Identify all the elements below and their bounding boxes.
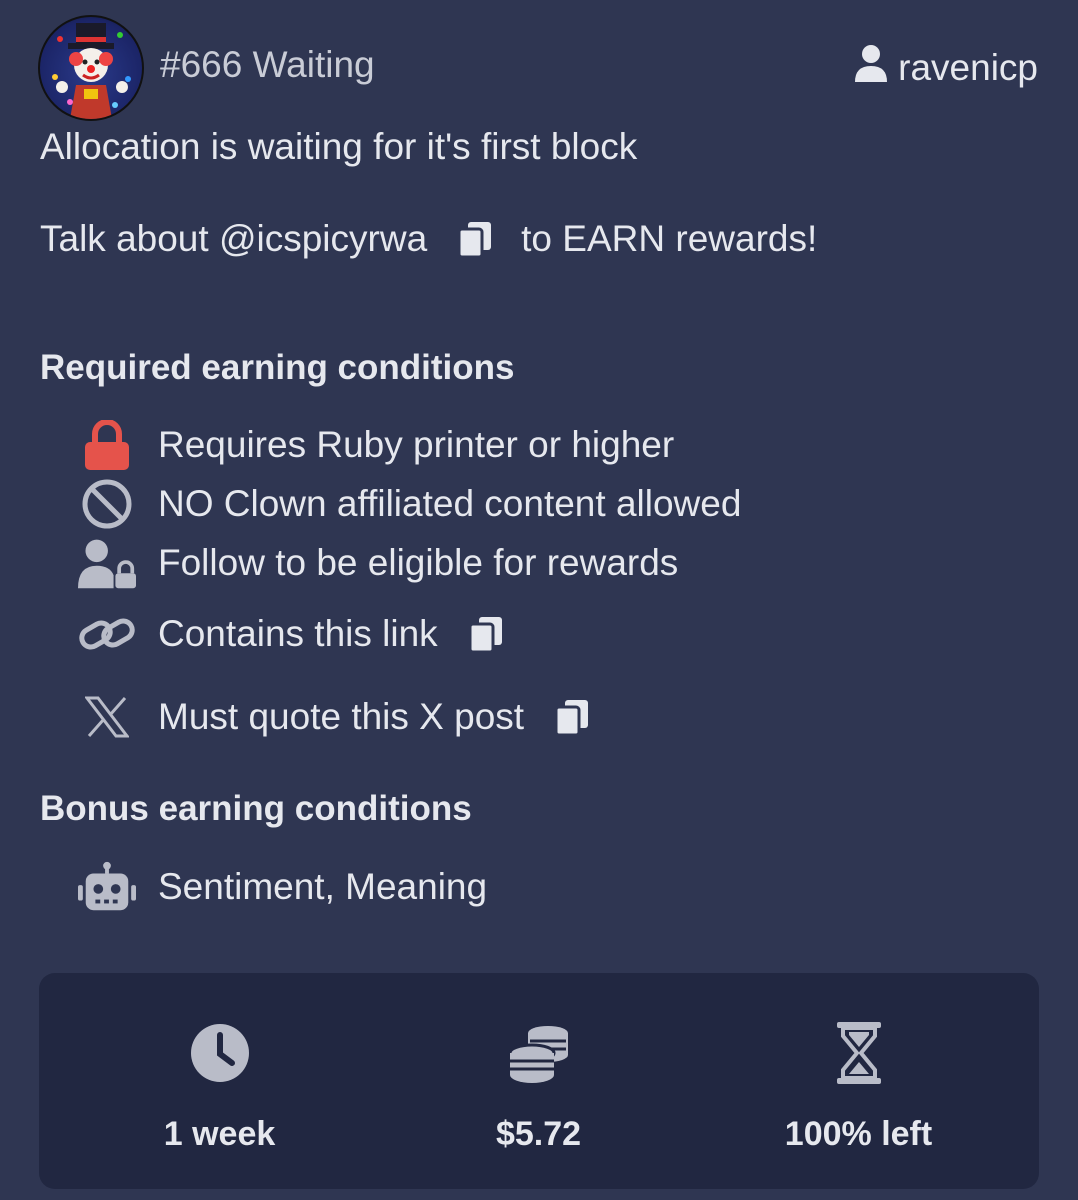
username: ravenicp	[898, 46, 1038, 88]
condition-sentiment: Sentiment, Meaning	[78, 858, 487, 916]
status-message: Allocation is waiting for it's first blo…	[40, 126, 638, 167]
talk-prompt: Talk about @icspicyrwa to EARN rewards!	[40, 218, 817, 260]
condition-contains-link: Contains this link	[78, 605, 506, 663]
stat-remaining: 100% left	[692, 973, 1025, 1189]
allocation-title: #666 Waiting	[160, 44, 375, 85]
user-link[interactable]: ravenicp	[854, 44, 1038, 91]
avatar[interactable]	[38, 15, 144, 121]
talk-suffix: to EARN rewards!	[521, 218, 818, 259]
lock-icon	[78, 416, 136, 474]
copy-icon	[554, 700, 589, 736]
ban-icon	[78, 475, 136, 533]
copy-icon	[468, 617, 502, 653]
coins-icon	[508, 1021, 570, 1085]
copy-post-button[interactable]	[552, 697, 592, 737]
copy-link-button[interactable]	[466, 614, 506, 654]
condition-label: Follow to be eligible for rewards	[158, 542, 679, 583]
condition-label: Must quote this X post	[158, 696, 525, 737]
clown-avatar-image	[52, 23, 131, 119]
talk-prefix: Talk about @icspicyrwa	[40, 218, 428, 259]
clock-icon	[190, 1021, 250, 1085]
condition-no-clown: NO Clown affiliated content allowed	[78, 475, 741, 533]
condition-ruby-printer: Requires Ruby printer or higher	[78, 416, 674, 474]
copy-icon	[457, 222, 492, 258]
stat-amount: $5.72	[372, 973, 705, 1189]
user-lock-icon	[78, 534, 136, 592]
duration-value: 1 week	[163, 1115, 276, 1153]
condition-follow: Follow to be eligible for rewards	[78, 534, 678, 592]
robot-icon	[78, 858, 136, 916]
link-icon	[78, 605, 136, 663]
required-conditions-title: Required earning conditions	[40, 348, 515, 387]
stat-duration: 1 week	[53, 973, 386, 1189]
condition-label: Sentiment, Meaning	[158, 866, 488, 907]
user-icon	[854, 44, 888, 91]
condition-label: Requires Ruby printer or higher	[158, 424, 675, 465]
amount-value: $5.72	[495, 1115, 582, 1153]
stats-panel: 1 week $5.72 100% left	[39, 973, 1039, 1189]
condition-label: Contains this link	[158, 613, 438, 654]
x-logo-icon	[78, 688, 136, 746]
copy-handle-button[interactable]	[455, 219, 495, 259]
condition-quote-post: Must quote this X post	[78, 688, 592, 746]
bonus-conditions-title: Bonus earning conditions	[40, 789, 472, 828]
condition-label: NO Clown affiliated content allowed	[158, 483, 742, 524]
hourglass-icon	[835, 1021, 883, 1085]
remaining-value: 100% left	[784, 1115, 933, 1153]
